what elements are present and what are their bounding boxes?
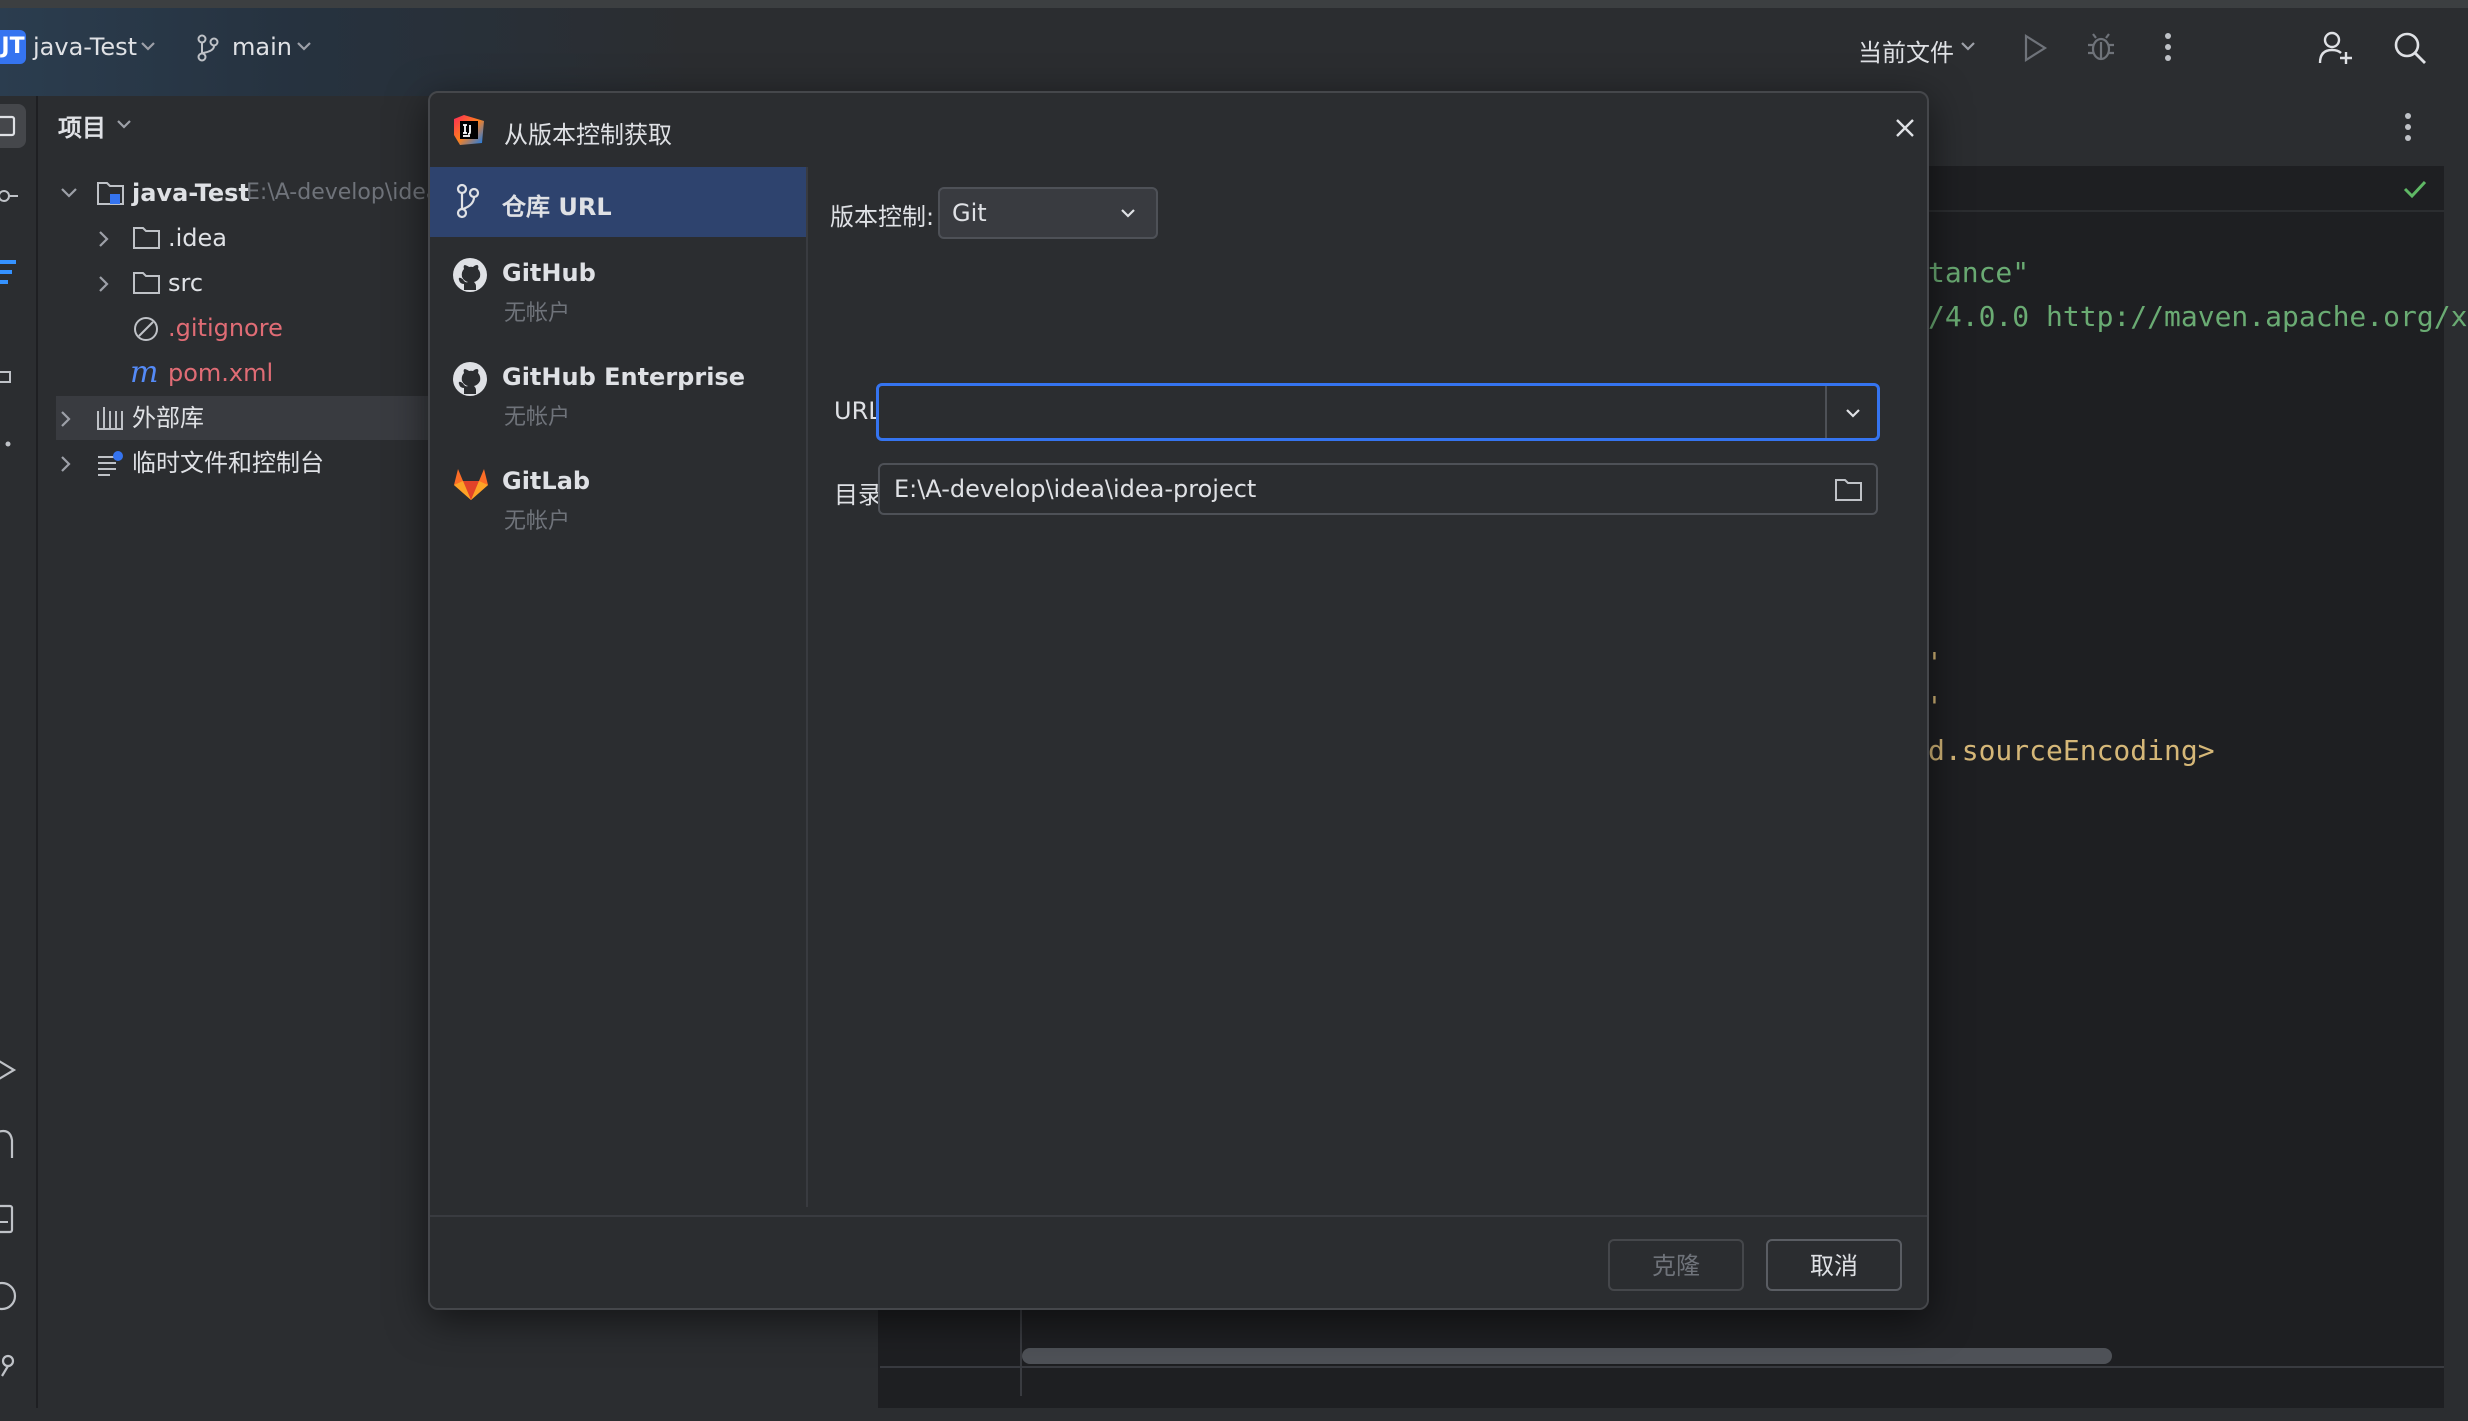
tree-label-src: src — [168, 269, 204, 297]
branch-icon — [456, 183, 480, 219]
dialog-title-bar[interactable]: 从版本控制获取 — [430, 93, 1927, 167]
intellij-logo-icon — [452, 113, 486, 147]
url-combobox-divider — [1825, 386, 1827, 438]
tree-label-idea: .idea — [168, 224, 228, 252]
scratches-icon — [96, 449, 126, 477]
chevron-down-icon[interactable] — [1960, 40, 1976, 52]
tree-label-pom: pom.xml — [168, 359, 274, 387]
sidebar-sub-gitlab: 无帐户 — [504, 509, 571, 534]
github-icon — [452, 361, 488, 397]
editor-line-gutter — [880, 1300, 1022, 1396]
search-icon[interactable] — [2392, 30, 2428, 66]
sidebar-sub-github: 无帐户 — [504, 301, 571, 326]
url-combobox[interactable] — [876, 383, 1880, 441]
dialog-footer: 克隆 取消 — [430, 1215, 1927, 1308]
sidebar-item-github-enterprise[interactable]: GitHub Enterprise 无帐户 — [430, 355, 806, 451]
close-icon[interactable] — [1894, 117, 1916, 139]
editor-bottom-divider — [880, 1366, 2444, 1368]
chevron-down-icon[interactable] — [1845, 407, 1861, 419]
chevron-right-icon[interactable] — [98, 230, 110, 248]
repo-url-panel: 版本控制: Git URL: 目录: E:\A-develop\idea\ide… — [808, 167, 1927, 1207]
sidebar-label-github-enterprise: GitHub Enterprise — [502, 363, 745, 391]
dialog-title: 从版本控制获取 — [504, 121, 672, 149]
editor-right-gutter — [2444, 96, 2468, 1408]
project-name[interactable]: java-Test — [33, 33, 137, 61]
chevron-right-icon[interactable] — [98, 275, 110, 293]
services-tool-icon[interactable] — [0, 1054, 18, 1086]
chevron-right-icon[interactable] — [60, 410, 72, 428]
vcs-label: 版本控制: — [830, 203, 935, 231]
check-icon — [2402, 178, 2428, 200]
vcs-select[interactable]: Git — [938, 187, 1158, 239]
ignored-file-icon — [132, 315, 160, 343]
get-from-vcs-dialog: 从版本控制获取 仓库 URL GitHub 无帐户 GitHub Enterpr… — [428, 91, 1929, 1310]
sidebar-sub-github-enterprise: 无帐户 — [504, 405, 571, 430]
tree-row-src[interactable]: src — [56, 261, 426, 305]
github-icon — [452, 257, 488, 293]
sidebar-item-github[interactable]: GitHub 无帐户 — [430, 251, 806, 347]
sidebar-label-gitlab: GitLab — [502, 467, 591, 495]
url-input[interactable] — [887, 392, 1791, 434]
chevron-down-icon — [1120, 207, 1136, 219]
terminal-tool-icon[interactable] — [0, 1204, 18, 1234]
chevron-down-icon[interactable] — [116, 118, 132, 130]
tree-label-gitignore: .gitignore — [168, 314, 283, 342]
tree-root-label: java-Test — [132, 179, 250, 207]
add-user-icon[interactable] — [2318, 30, 2354, 66]
tree-row-root[interactable]: java-Test E:\A-develop\idea — [56, 171, 439, 215]
build-tool-icon[interactable] — [0, 1126, 18, 1160]
tree-row-pom[interactable]: m pom.xml — [56, 351, 426, 395]
code-line-1: tance" — [1928, 256, 2030, 289]
chevron-down-icon[interactable] — [140, 40, 156, 52]
sidebar-item-gitlab[interactable]: GitLab 无帐户 — [430, 459, 806, 555]
vcs-select-value: Git — [952, 199, 987, 227]
directory-field[interactable]: E:\A-develop\idea\idea-project — [878, 463, 1878, 515]
cancel-button[interactable]: 取消 — [1766, 1239, 1902, 1291]
tree-root-path: E:\A-develop\idea — [246, 180, 440, 205]
sidebar-label-github: GitHub — [502, 259, 596, 287]
problems-tool-icon[interactable] — [0, 1280, 18, 1312]
clone-button[interactable]: 克隆 — [1608, 1239, 1744, 1291]
branch-name[interactable]: main — [232, 33, 292, 61]
chevron-down-icon[interactable] — [296, 40, 312, 52]
git-tool-icon[interactable] — [0, 1354, 18, 1382]
directory-value[interactable]: E:\A-develop\idea\idea-project — [894, 475, 1256, 503]
chevron-down-icon[interactable] — [60, 187, 78, 199]
tree-label-external-libs: 外部库 — [132, 404, 204, 432]
tree-label-scratches: 临时文件和控制台 — [132, 449, 324, 477]
sidebar-item-repo-url[interactable]: 仓库 URL — [430, 167, 806, 237]
plugins-tool-icon[interactable] — [0, 370, 14, 384]
more-options-icon[interactable] — [2164, 32, 2172, 62]
project-tool-icon[interactable] — [0, 104, 26, 148]
chevron-right-icon[interactable] — [60, 455, 72, 473]
folder-icon — [132, 270, 162, 296]
module-folder-icon — [96, 179, 126, 207]
run-icon[interactable] — [2022, 34, 2048, 62]
branch-icon[interactable] — [196, 34, 220, 62]
more-tools-icon[interactable] — [4, 440, 12, 448]
commit-tool-icon[interactable] — [0, 186, 20, 206]
maven-icon: m — [130, 355, 159, 390]
code-line-2: /4.0.0 http://maven.apache.org/xs — [1928, 300, 2468, 333]
sidebar-label-repo-url: 仓库 URL — [502, 193, 612, 221]
structure-tool-icon[interactable] — [0, 258, 18, 286]
folder-browse-icon[interactable] — [1834, 477, 1864, 503]
project-badge[interactable]: JT — [0, 30, 26, 64]
horizontal-scrollbar[interactable] — [1022, 1348, 2112, 1364]
debug-icon[interactable] — [2086, 32, 2116, 62]
status-bar — [0, 1408, 2468, 1421]
project-panel-title[interactable]: 项目 — [58, 108, 106, 143]
code-line-5: d.sourceEncoding> — [1928, 734, 2215, 767]
vcs-source-list: 仓库 URL GitHub 无帐户 GitHub Enterprise 无帐户 … — [430, 167, 808, 1207]
tree-row-scratches[interactable]: 临时文件和控制台 — [56, 441, 426, 485]
more-options-icon[interactable] — [2404, 112, 2412, 142]
library-icon — [96, 405, 124, 431]
tree-row-gitignore[interactable]: .gitignore — [56, 306, 426, 350]
tree-row-external-libs[interactable]: 外部库 — [56, 396, 428, 440]
run-config-selector[interactable]: 当前文件 — [1858, 33, 1954, 68]
gitlab-icon — [452, 465, 490, 501]
folder-icon — [132, 225, 162, 251]
tree-row-idea[interactable]: .idea — [56, 216, 426, 260]
